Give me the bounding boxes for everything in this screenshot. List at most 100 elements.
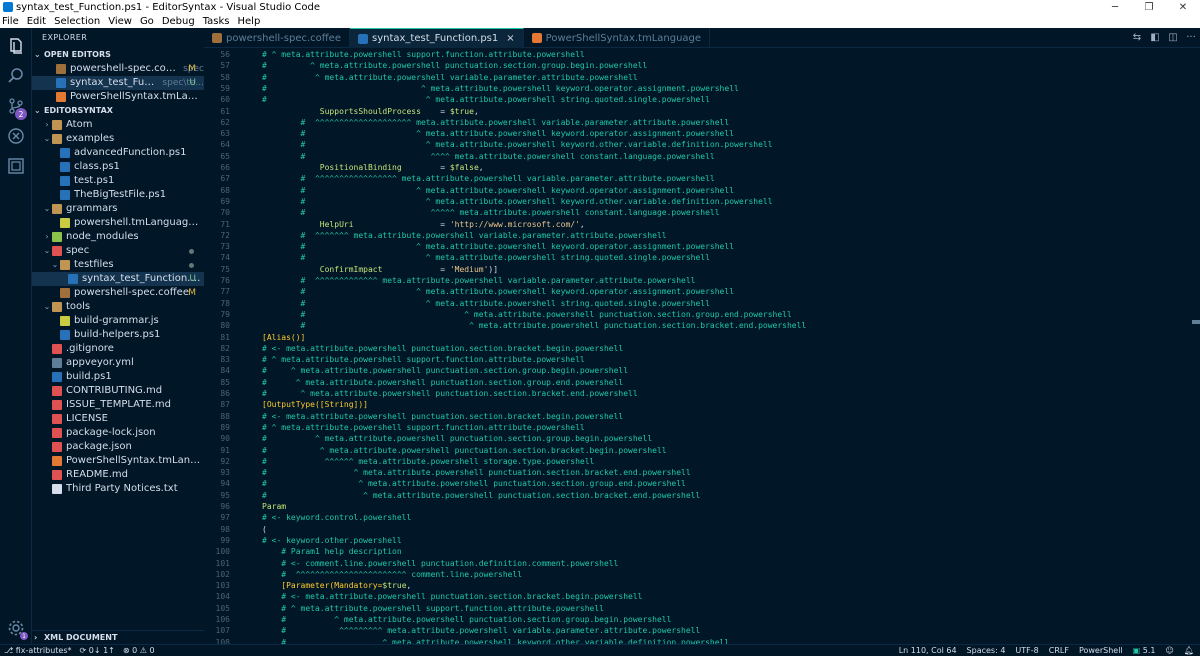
close-icon[interactable]: ✕ (1166, 0, 1200, 14)
tree-item[interactable]: CONTRIBUTING.md (32, 384, 204, 398)
tree-item[interactable]: ⌄ spec (32, 244, 204, 258)
line-content: # ^ meta.attribute.powershell punctuatio… (262, 309, 792, 320)
tree-item[interactable]: ISSUE_TEMPLATE.md (32, 398, 204, 412)
sync-status[interactable]: ⟳ 0↓ 1↑ (80, 646, 115, 655)
code-editor[interactable]: 56 # ^ meta.attribute.powershell support.… (204, 48, 1200, 644)
activity-bar: 2 1 (0, 28, 32, 644)
tree-item[interactable]: appveyor.yml (32, 356, 204, 370)
indentation[interactable]: Spaces: 4 (967, 646, 1006, 655)
cursor-position[interactable]: Ln 110, Col 64 (899, 646, 957, 655)
split-editor-icon[interactable]: ◫ (1164, 32, 1182, 43)
menu-selection[interactable]: Selection (54, 16, 100, 27)
line-number: 89 (220, 422, 230, 432)
tree-item[interactable]: › node_modules (32, 230, 204, 244)
menu-help[interactable]: Help (238, 16, 261, 27)
code-token: [OutputType([String])] (262, 400, 368, 410)
tree-item[interactable]: Third Party Notices.txt (32, 482, 204, 496)
menu-tasks[interactable]: Tasks (203, 16, 230, 27)
settings-gear-icon[interactable]: 1 (0, 612, 32, 644)
tree-item-name: CONTRIBUTING.md (66, 385, 163, 396)
tree-item-name: TheBigTestFile.ps1 (74, 189, 167, 200)
tree-item-name: package-lock.json (66, 427, 156, 438)
line-content: # ^ meta.attribute.powershell keyword.op… (262, 83, 739, 94)
line-number: 71 (220, 219, 230, 229)
editor-tab[interactable]: syntax_test_Function.ps1 × (349, 28, 524, 48)
debug-icon[interactable] (0, 120, 32, 152)
toggle-preview-icon[interactable]: ◧ (1146, 32, 1164, 43)
tree-item[interactable]: build-grammar.js (32, 314, 204, 328)
extensions-icon[interactable] (0, 150, 32, 182)
menu-file[interactable]: File (2, 16, 19, 27)
scrollbar-marker[interactable] (1192, 320, 1200, 324)
encoding[interactable]: UTF-8 (1015, 646, 1038, 655)
search-icon[interactable] (0, 60, 32, 92)
tree-item[interactable]: PowerShellSyntax.tmLanguage (32, 454, 204, 468)
code-token: )] (488, 264, 499, 274)
tree-item[interactable]: package-lock.json (32, 426, 204, 440)
line-number: 73 (220, 242, 230, 252)
code-line: 103 [Parameter(Mandatory=$true, (204, 580, 1184, 591)
tree-item[interactable]: ⌄ tools (32, 300, 204, 314)
file-icon (357, 33, 368, 44)
file-icon (60, 176, 70, 186)
code-line: 93 # ^ meta.attribute.powershell punctuat… (204, 467, 1184, 478)
line-content: # ^^^^^^^^^ meta.attribute.powershell va… (262, 625, 700, 636)
explorer-icon[interactable] (0, 30, 32, 62)
branch-status[interactable]: ⎇ fix-attributes* (4, 646, 72, 655)
tree-item[interactable]: build.ps1 (32, 370, 204, 384)
language-mode[interactable]: PowerShell (1079, 646, 1123, 655)
tree-item[interactable]: README.md (32, 468, 204, 482)
tree-item-name: build.ps1 (66, 371, 112, 382)
tree-item[interactable]: test.ps1 (32, 174, 204, 188)
close-tab-icon[interactable]: × (506, 33, 514, 44)
tree-item-name: appveyor.yml (66, 357, 134, 368)
editor-tab[interactable]: powershell-spec.coffee (204, 28, 350, 48)
tree-item[interactable]: powershell-spec.coffee M (32, 286, 204, 300)
tree-item[interactable]: build-helpers.ps1 (32, 328, 204, 342)
code-token: # <- meta.attribute.powershell punctuati… (262, 343, 624, 353)
menu-edit[interactable]: Edit (27, 16, 46, 27)
restore-icon[interactable]: ❐ (1132, 0, 1166, 14)
code-line: 108 # ^ meta.attribute.powershell keywor… (204, 637, 1184, 644)
tree-item[interactable]: advancedFunction.ps1 (32, 146, 204, 160)
chevron-icon: ⌄ (43, 302, 51, 311)
tree-item-name: class.ps1 (74, 161, 120, 172)
tree-item[interactable]: TheBigTestFile.ps1 (32, 188, 204, 202)
open-editor-item[interactable]: PowerShellSyntax.tmLanguage (32, 90, 204, 104)
tree-item[interactable]: LICENSE (32, 412, 204, 426)
line-content: HelpUri = 'http://www.microsoft.com/', (262, 219, 585, 230)
line-content: # <- keyword.control.powershell (262, 512, 411, 523)
tree-item[interactable]: .gitignore (32, 342, 204, 356)
tree-item[interactable]: › Atom (32, 118, 204, 132)
tree-item[interactable]: powershell.tmLanguage.json (32, 216, 204, 230)
code-token: # ^ meta.attribute.powershell punctuatio… (262, 366, 629, 376)
tree-item[interactable]: package.json (32, 440, 204, 454)
folder-icon (52, 120, 62, 130)
tree-item[interactable]: ⌄ grammars (32, 202, 204, 216)
feedback-smiley-icon[interactable]: ☺ (1166, 646, 1174, 655)
tree-item-name: build-grammar.js (74, 315, 159, 326)
code-token: # ^^^^^^^^^^^^^^^^^ meta.attribute.power… (262, 174, 715, 184)
project-header[interactable]: ⌄ EDITORSYNTAX (32, 104, 204, 118)
folder-icon (52, 302, 62, 312)
notifications-bell-icon[interactable]: 🔔︎ (1184, 646, 1194, 655)
minimize-icon[interactable]: ─ (1098, 0, 1132, 14)
source-control-icon[interactable]: 2 (0, 90, 32, 122)
open-changes-icon[interactable]: ⇆ (1128, 32, 1146, 43)
problems-status[interactable]: ⊗ 0 ⚠ 0 (123, 646, 155, 655)
menu-go[interactable]: Go (140, 16, 154, 27)
editor-tab[interactable]: PowerShellSyntax.tmLanguage (524, 28, 711, 48)
open-editors-header[interactable]: ⌄ OPEN EDITORS (32, 48, 204, 62)
more-actions-icon[interactable]: ··· (1182, 32, 1200, 43)
eol[interactable]: CRLF (1049, 646, 1069, 655)
tree-item[interactable]: ⌄ examples (32, 132, 204, 146)
tree-item[interactable]: class.ps1 (32, 160, 204, 174)
ps-version[interactable]: ▣ 5.1 (1133, 646, 1156, 655)
tree-item[interactable]: syntax_test_Function.ps1 U (32, 272, 204, 286)
xml-document-header[interactable]: › XML DOCUMENT (32, 630, 204, 644)
open-editor-item[interactable]: powershell-spec.coffee spec M (32, 62, 204, 76)
menu-debug[interactable]: Debug (162, 16, 195, 27)
tree-item[interactable]: ⌄ testfiles (32, 258, 204, 272)
open-editor-item[interactable]: syntax_test_Function.ps1 spec\te...U (32, 76, 204, 90)
menu-view[interactable]: View (108, 16, 132, 27)
